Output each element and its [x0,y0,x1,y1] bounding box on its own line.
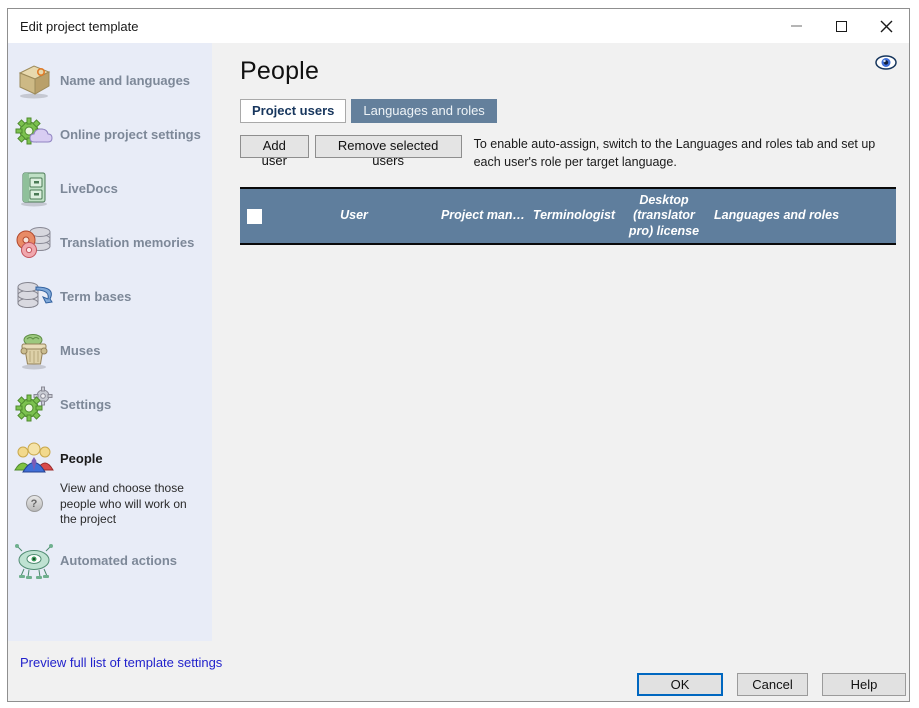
ok-button[interactable]: OK [637,673,723,696]
sidebar-item-muses[interactable]: Muses [8,323,212,377]
minimize-icon [791,25,802,27]
sidebar-item-people[interactable]: People [8,431,212,485]
robot-icon [8,541,60,581]
preview-template-settings-link[interactable]: Preview full list of template settings [20,655,222,670]
add-user-button[interactable]: Add user [240,135,309,158]
sidebar-item-translation-memories[interactable]: Translation memories [8,215,212,269]
tab-bar: Project users Languages and roles [240,99,896,123]
people-icon [8,438,60,478]
main-content: People Project users Languages and roles… [212,43,909,641]
sidebar-item-livedocs[interactable]: LiveDocs [8,161,212,215]
tab-project-users[interactable]: Project users [240,99,346,123]
sidebar-item-label: Settings [60,397,111,412]
sidebar-item-settings[interactable]: Settings [8,377,212,431]
header-cell-user[interactable]: User [270,208,438,224]
titlebar: Edit project template [8,9,909,43]
sidebar-item-label: LiveDocs [60,181,118,196]
header-cell-desktop-license[interactable]: Desktop (translator pro) license [620,193,708,240]
sidebar-item-term-bases[interactable]: Term bases [8,269,212,323]
sidebar-item-label: Name and languages [60,73,190,88]
gears-icon [8,384,60,424]
maximize-button[interactable] [819,9,864,43]
edit-project-template-dialog: Edit project template Name and languages [7,8,910,702]
sidebar-people-description-text: View and choose those people who will wo… [60,481,200,528]
maximize-icon [836,21,847,32]
sidebar-item-label: Translation memories [60,235,194,250]
auto-assign-hint: To enable auto-assign, switch to the Lan… [474,135,896,171]
tab-languages-and-roles[interactable]: Languages and roles [351,99,496,123]
sidebar-item-label: People [60,451,103,466]
gear-cloud-icon [8,114,60,154]
close-icon [880,20,893,33]
sidebar-item-label: Online project settings [60,127,201,142]
remove-selected-users-button[interactable]: Remove selected users [315,135,462,158]
preview-eye-icon[interactable] [875,55,897,70]
discs-icon [8,222,60,262]
select-all-checkbox[interactable] [247,209,262,224]
help-button[interactable]: Help [822,673,906,696]
help-question-icon: ? [26,495,43,512]
sidebar: Name and languages [8,43,212,641]
box-icon [8,60,60,100]
users-table-header: User Project man… Terminologist Desktop … [240,187,896,245]
sidebar-item-label: Term bases [60,289,131,304]
header-cell-project-manager[interactable]: Project man… [438,208,528,224]
sidebar-item-online-project-settings[interactable]: Online project settings [8,107,212,161]
database-icon [8,276,60,316]
sidebar-item-label: Automated actions [60,553,177,568]
sidebar-item-automated-actions[interactable]: Automated actions [8,534,212,588]
sidebar-item-name-and-languages[interactable]: Name and languages [8,53,212,107]
cabinet-icon [8,168,60,208]
close-button[interactable] [864,9,909,43]
page-title: People [240,57,896,86]
sidebar-item-label: Muses [60,343,100,358]
header-cell-languages-and-roles[interactable]: Languages and roles [708,208,896,224]
toolbar: Add user Remove selected users To enable… [240,135,896,171]
cancel-button[interactable]: Cancel [737,673,808,696]
header-cell-select [240,209,270,224]
window-title: Edit project template [8,19,774,34]
header-cell-terminologist[interactable]: Terminologist [528,208,620,224]
muse-column-icon [8,330,60,370]
minimize-button [774,9,819,43]
sidebar-people-description: ? View and choose those people who will … [8,481,212,528]
